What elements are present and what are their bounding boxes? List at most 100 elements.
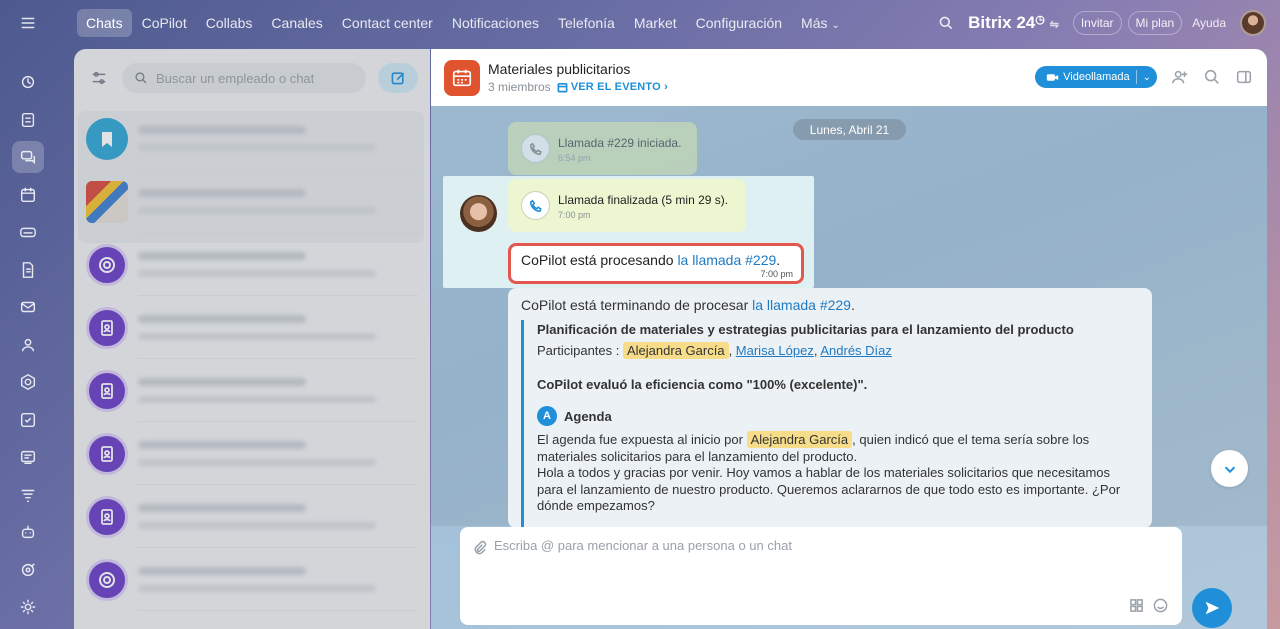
nav-item-notificaciones[interactable]: Notificaciones <box>443 9 548 37</box>
my-plan-button[interactable]: Mi plan <box>1127 11 1183 35</box>
cards-icon[interactable] <box>12 441 44 473</box>
dialog-title[interactable]: Materiales publicitarios <box>488 61 668 77</box>
view-event-label: VER EL EVENTO <box>570 81 661 93</box>
nav-item-market[interactable]: Market <box>625 9 686 37</box>
user-avatar[interactable] <box>1240 10 1266 36</box>
checklist-icon[interactable] <box>12 404 44 436</box>
invite-button[interactable]: Invitar <box>1072 11 1122 35</box>
nav-item-telefonia[interactable]: Telefonía <box>549 9 624 37</box>
call-ended-text: Llamada finalizada (5 min 29 s). <box>558 193 729 207</box>
nav-item-chats[interactable]: Chats <box>77 9 132 37</box>
phone-icon <box>521 134 550 163</box>
menu-icon[interactable] <box>12 7 44 39</box>
search-icon[interactable] <box>938 15 954 31</box>
date-divider: Lunes, Abril 21 <box>793 119 906 140</box>
compose-icon <box>391 72 405 85</box>
message-input[interactable] <box>494 538 1094 568</box>
copilot-processing-message[interactable]: CoPilot está procesando la llamada #229.… <box>508 243 804 284</box>
send-button[interactable] <box>1192 588 1232 628</box>
chat-icon[interactable] <box>12 141 44 173</box>
call-link[interactable]: la llamada #229 <box>677 252 776 268</box>
call-ended-time: 7:00 pm <box>558 210 591 220</box>
call-started-message[interactable]: Llamada #229 iniciada. 6:54 pm <box>508 122 697 175</box>
chat-list-item[interactable] <box>74 422 430 485</box>
hexagon-icon[interactable] <box>12 366 44 398</box>
chat-preview-blurred <box>138 189 418 214</box>
filter-icon[interactable] <box>12 479 44 511</box>
chat-list-item[interactable] <box>74 170 430 233</box>
filter-settings-icon[interactable] <box>86 65 112 91</box>
participants-label: Participantes : <box>537 343 620 358</box>
robot-icon[interactable] <box>12 516 44 548</box>
agenda-paragraph: El agenda fue expuesta al inicio por Ale… <box>537 431 1137 515</box>
scroll-to-bottom-button[interactable] <box>1211 450 1248 487</box>
chat-preview-blurred <box>138 126 418 151</box>
summary-title: Planificación de materiales y estrategia… <box>537 322 1074 337</box>
processing-text: CoPilot está procesando <box>521 252 678 268</box>
tasks-icon[interactable] <box>12 104 44 136</box>
bookmark-avatar <box>86 117 128 160</box>
view-event-link[interactable]: VER EL EVENTO › <box>557 81 668 93</box>
top-bar: Chats CoPilot Collabs Canales Contact ce… <box>57 0 1280 46</box>
chat-preview-blurred <box>138 378 418 403</box>
chevron-down-icon: ⌄ <box>831 20 840 31</box>
contacts-icon[interactable] <box>12 329 44 361</box>
search-input[interactable] <box>156 70 356 86</box>
chat-preview-blurred <box>138 441 418 466</box>
nav-item-mas[interactable]: Más ⌄ <box>792 9 849 37</box>
search-icon <box>135 72 147 84</box>
chat-list-item[interactable] <box>74 107 430 170</box>
settings-icon[interactable] <box>12 591 44 623</box>
copilot-avatar <box>86 243 128 286</box>
emoji-icon[interactable] <box>1153 598 1168 616</box>
participant-mention[interactable]: Andrés Díaz <box>820 343 892 358</box>
video-call-button[interactable]: Videollamada ⌄ <box>1035 66 1157 88</box>
new-chat-button[interactable] <box>378 63 418 93</box>
chat-list-item[interactable] <box>74 548 430 611</box>
members-count[interactable]: 3 miembros <box>488 80 551 94</box>
help-link[interactable]: Ayuda <box>1192 16 1226 30</box>
nav-item-contact-center[interactable]: Contact center <box>333 9 442 37</box>
chat-list-item[interactable] <box>74 296 430 359</box>
dialog-header: Materiales publicitarios 3 miembros VER … <box>431 49 1267 106</box>
agenda-text: El agenda fue expuesta al inicio por <box>537 432 747 447</box>
chat-list-panel <box>74 49 430 629</box>
summary-head-text: CoPilot está terminando de procesar <box>521 297 753 313</box>
brand-logo[interactable]: Bitrix 24◷ ⇋ <box>968 13 1059 33</box>
participant-mention[interactable]: Marisa López <box>736 343 814 358</box>
main-nav: Chats CoPilot Collabs Canales Contact ce… <box>77 9 850 37</box>
goal-icon[interactable] <box>12 554 44 586</box>
calendar-chat-avatar[interactable] <box>444 59 480 96</box>
agenda-icon: A <box>537 406 557 426</box>
paperclip-icon[interactable] <box>472 540 487 558</box>
contact-avatar <box>86 306 128 349</box>
call-link[interactable]: la llamada #229 <box>752 297 851 313</box>
nav-item-collabs[interactable]: Collabs <box>197 9 262 37</box>
mail-icon[interactable] <box>12 291 44 323</box>
docs-icon[interactable] <box>12 254 44 286</box>
participant-mention[interactable]: Alejandra García <box>623 342 729 359</box>
chat-preview-blurred <box>138 504 418 529</box>
chevron-down-icon[interactable]: ⌄ <box>1143 72 1151 83</box>
chat-list-item[interactable] <box>74 359 430 422</box>
drive-icon[interactable] <box>12 216 44 248</box>
processing-suffix: . <box>776 252 781 268</box>
call-ended-message[interactable]: Llamada finalizada (5 min 29 s). 7:00 pm <box>508 179 746 232</box>
add-user-icon[interactable] <box>1171 68 1189 86</box>
chat-list-item[interactable] <box>74 485 430 548</box>
apps-grid-icon[interactable] <box>1129 598 1144 616</box>
activity-icon[interactable] <box>12 66 44 98</box>
agenda-quote: Hola a todos y gracias por venir. Hoy va… <box>537 465 1121 513</box>
calendar-small-icon <box>557 82 568 92</box>
search-icon[interactable] <box>1203 68 1221 86</box>
sender-avatar[interactable] <box>460 195 497 232</box>
chat-list-item[interactable] <box>74 233 430 296</box>
nav-item-canales[interactable]: Canales <box>262 9 331 37</box>
nav-item-copilot[interactable]: CoPilot <box>133 9 196 37</box>
nav-item-configuracion[interactable]: Configuración <box>687 9 791 37</box>
efficiency-evaluation: CoPilot evaluó la eficiencia como "100% … <box>537 377 868 392</box>
sidebar-toggle-icon[interactable] <box>1235 68 1253 86</box>
calendar-icon[interactable] <box>12 179 44 211</box>
participant-mention[interactable]: Alejandra García <box>746 431 853 448</box>
copilot-summary-message[interactable]: CoPilot está terminando de procesar la l… <box>508 288 1152 528</box>
